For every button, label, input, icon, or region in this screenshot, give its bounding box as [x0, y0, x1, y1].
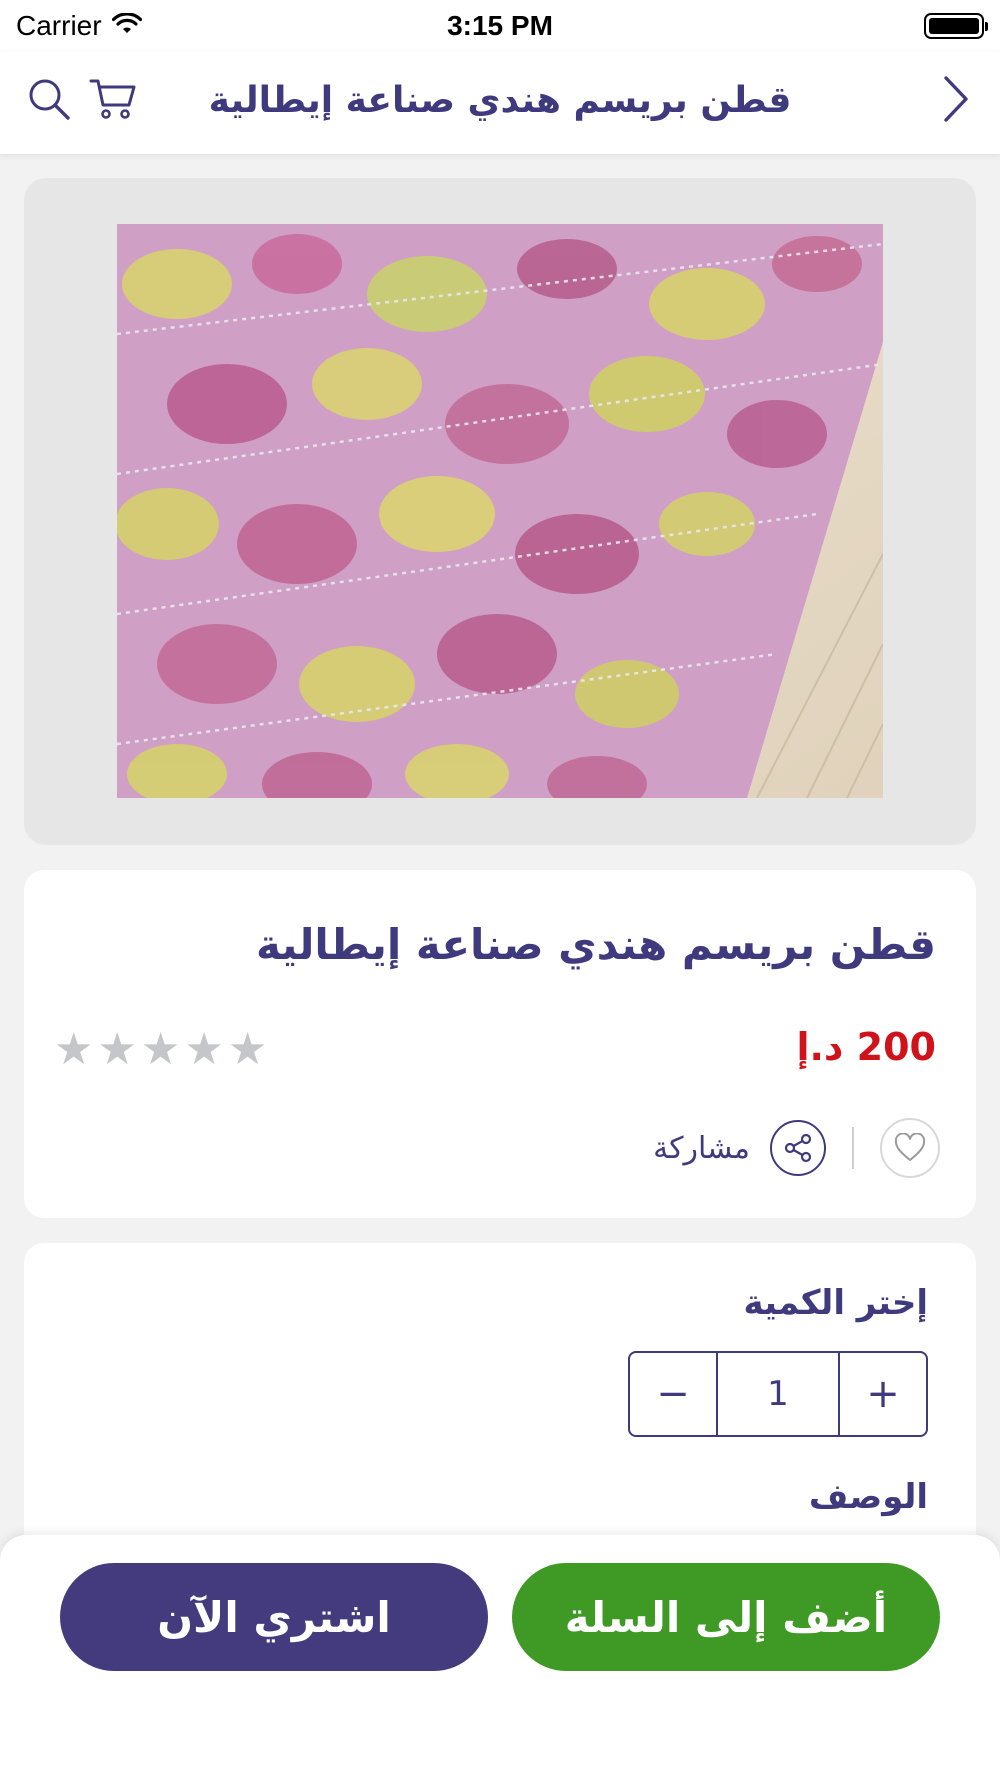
wifi-icon	[111, 10, 142, 42]
star-icon: ★	[140, 1024, 181, 1075]
bottom-action-bar: اشتري الآن أضف إلى السلة	[0, 1535, 1000, 1778]
rating-stars: ★ ★ ★ ★ ★	[54, 1028, 267, 1072]
carrier-label: Carrier	[16, 10, 102, 41]
share-icon	[784, 1133, 812, 1163]
carrier-info: Carrier	[16, 10, 142, 42]
star-icon: ★	[54, 1024, 94, 1075]
heart-icon	[894, 1133, 926, 1161]
increase-button[interactable]: +	[840, 1353, 926, 1435]
page-title: قطن بريسم هندي صناعة إيطالية	[208, 80, 792, 121]
share-actions: مشاركة	[653, 1118, 940, 1178]
chevron-right-icon[interactable]	[930, 74, 980, 124]
quantity-stepper: − 1 +	[628, 1351, 928, 1437]
search-icon[interactable]	[24, 74, 74, 124]
decrease-button[interactable]: −	[630, 1353, 716, 1435]
share-label: مشاركة	[653, 1130, 750, 1166]
star-icon: ★	[227, 1024, 268, 1075]
star-icon: ★	[97, 1024, 137, 1075]
battery-icon	[924, 13, 988, 39]
product-image[interactable]	[117, 224, 883, 798]
product-price: 200 د.إ	[796, 1025, 936, 1069]
quantity-value[interactable]: 1	[716, 1353, 840, 1435]
share-button[interactable]	[770, 1120, 826, 1176]
favorite-button[interactable]	[880, 1118, 940, 1178]
description-label: الوصف	[808, 1477, 928, 1517]
navigation-bar: قطن بريسم هندي صناعة إيطالية	[0, 52, 1000, 154]
add-to-cart-button[interactable]: أضف إلى السلة	[512, 1563, 940, 1671]
quantity-label: إختر الكمية	[743, 1283, 928, 1323]
status-bar: Carrier 3:15 PM	[0, 0, 1000, 52]
star-icon: ★	[184, 1024, 224, 1075]
divider	[852, 1127, 854, 1169]
cart-icon[interactable]	[88, 74, 138, 124]
product-info-card: قطن بريسم هندي صناعة إيطالية 200 د.إ ★ ★…	[24, 870, 976, 1218]
clock: 3:15 PM	[447, 10, 553, 41]
product-title: قطن بريسم هندي صناعة إيطالية	[256, 920, 936, 969]
buy-now-button[interactable]: اشتري الآن	[60, 1563, 488, 1671]
product-image-card	[24, 178, 976, 845]
